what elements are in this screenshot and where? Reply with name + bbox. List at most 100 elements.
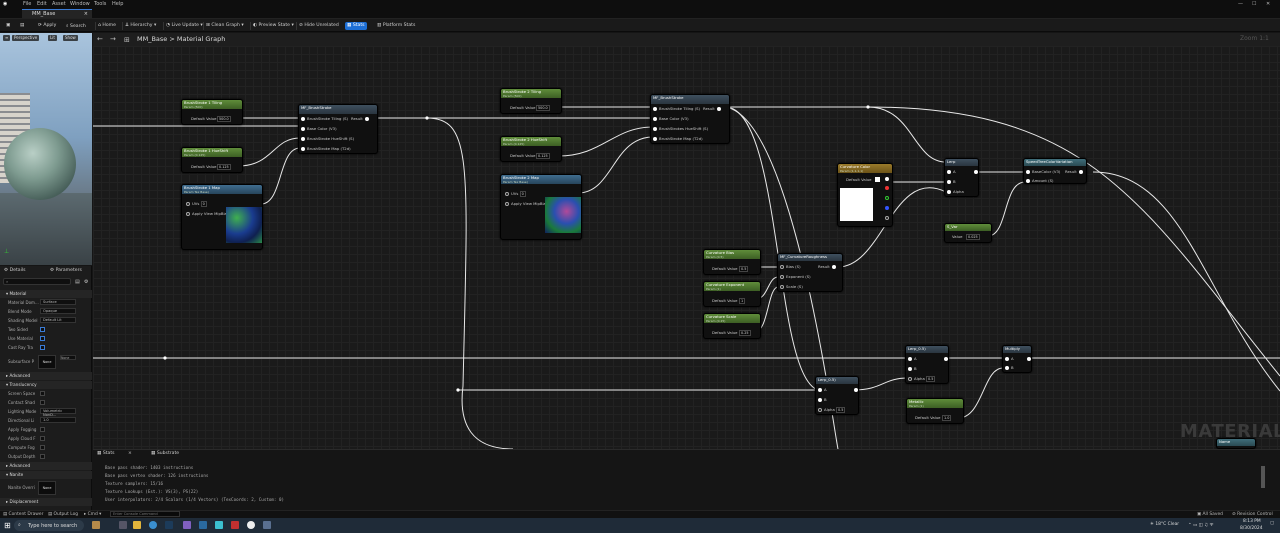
material-preview-viewport[interactable]: ≡ Perspective Lit Show ⊥ [0, 33, 92, 265]
output-pin[interactable] [942, 356, 950, 361]
node-brushstroke2-hueshift[interactable]: BrushStroke 2 HueShift Param (0.125) Defa… [500, 136, 562, 162]
pin-g[interactable] [885, 196, 889, 200]
lit-button[interactable]: Lit [48, 35, 57, 41]
all-saved-indicator[interactable]: ▣ All Saved [1197, 512, 1223, 517]
apply-view-mipbias-pin[interactable]: Apply View MipBias [503, 201, 548, 206]
reroute-node[interactable] [425, 116, 429, 120]
pin-map[interactable]: BrushStroke Map (T2d) [651, 136, 703, 141]
apply-cloud-checkbox[interactable] [40, 436, 45, 441]
node-brushstroke1-hueshift[interactable]: BrushStroke 1 HueShift Param (0.125) Defa… [181, 147, 243, 173]
output-pin[interactable] [972, 169, 980, 174]
material-domain-select[interactable]: Surface [40, 299, 76, 305]
pin-exponent[interactable]: Exponent (S) [778, 274, 811, 279]
pin-b[interactable]: B [945, 179, 956, 184]
list-view-icon[interactable]: ▤ [75, 279, 80, 285]
pin-b[interactable]: B [906, 366, 917, 371]
subsurface-select[interactable]: None [60, 355, 76, 360]
section-advanced[interactable]: ▸ Advanced [0, 372, 92, 380]
node-brushstroke2-map[interactable]: BrushStroke 2 Map Param Tex Base) UVs 0 A… [500, 174, 582, 240]
hierarchy-button[interactable]: ⇊ Hierarchy ▾ [122, 22, 158, 30]
stats-button[interactable]: ▦ Stats [345, 22, 367, 30]
node-curvature-color[interactable]: Curvature Color Param (1,1,1,1) Default V… [837, 163, 893, 227]
default-value-input[interactable]: 500.0 [217, 116, 231, 122]
tab-stats[interactable]: ▦ Stats × [97, 451, 132, 456]
browse-icon[interactable]: ▤ [18, 22, 26, 30]
unreal-engine-icon[interactable] [247, 521, 255, 529]
section-material[interactable]: ▾ Material [0, 290, 92, 298]
revision-control-button[interactable]: ⊘ Revision Control [1232, 512, 1273, 517]
breadcrumb-leaf[interactable]: Material Graph [177, 35, 225, 43]
node-curvature-bias[interactable]: Curvature Bias Param (0.5) Default Value … [703, 249, 761, 275]
unreal-logo-icon[interactable]: ◉ [3, 1, 7, 7]
default-value-input[interactable]: 0.5 [739, 266, 749, 272]
pin-b[interactable]: B [1003, 365, 1014, 370]
pin-a[interactable]: A [906, 356, 917, 361]
pin-b[interactable] [885, 206, 889, 210]
screen-space-checkbox[interactable] [40, 391, 45, 396]
value-input[interactable]: 0.025 [966, 234, 980, 240]
directional-input[interactable]: 1.0 [40, 417, 76, 423]
pin-r[interactable] [885, 186, 889, 190]
pin-brushstroke-tiling[interactable]: BrushStroke Tiling (S) [299, 116, 348, 121]
preview-state-button[interactable]: ◐ Preview State ▾ [250, 22, 296, 30]
details-search-input[interactable]: ⌕ [3, 278, 71, 285]
node-lerp-3[interactable]: Lerp_0.5) A B Alpha 0.5 [905, 345, 949, 384]
pin-bias[interactable]: Bias (S) [778, 264, 801, 269]
clean-graph-button[interactable]: ⊞ Clean Graph ▾ [203, 22, 246, 30]
output-log-button[interactable]: ▤ Output Log [48, 512, 78, 517]
platform-stats-button[interactable]: ▥ Platform Stats [375, 22, 417, 30]
result-pin[interactable]: Result [818, 264, 838, 269]
node-multiply[interactable]: Multiply A B [1002, 345, 1032, 373]
nanite-thumbnail[interactable]: None [38, 481, 56, 495]
node-mf-curvature-roughness[interactable]: MF_CurvatureRoughness Bias (S) Exponent … [777, 253, 843, 292]
menu-asset[interactable]: Asset [52, 1, 66, 7]
uvs-pin[interactable]: UVs 0 [503, 191, 526, 197]
pin-amount[interactable]: Amount (S) [1024, 178, 1054, 183]
default-value-input[interactable]: 0.125 [536, 153, 550, 159]
content-drawer-button[interactable]: ▤ Content Drawer [3, 512, 43, 517]
pin-a[interactable]: A [1003, 356, 1014, 361]
blend-mode-select[interactable]: Opaque [40, 308, 76, 314]
output-pin[interactable] [852, 387, 860, 392]
cast-ray-checkbox[interactable] [40, 345, 45, 350]
default-value-input[interactable]: 1 [739, 298, 746, 304]
taskbar-search-input[interactable]: ⌕ Type here to search [14, 520, 84, 531]
contact-shad-checkbox[interactable] [40, 400, 45, 405]
file-explorer-icon[interactable] [133, 521, 141, 529]
pin-b[interactable]: B [816, 397, 827, 402]
material-graph-canvas[interactable]: BrushStroke 1 Tiling Param (500) Default … [93, 46, 1280, 449]
node-lerp-2[interactable]: Lerp_0.5) A B Alpha 0.5 [815, 376, 859, 415]
app-icon[interactable] [215, 521, 223, 529]
pin-map[interactable]: BrushStroke Map (T2d) [299, 146, 351, 151]
tray-icons[interactable]: ⌃ ▭ ◫ ♫ ᯤ [1188, 522, 1214, 528]
use-material-checkbox[interactable] [40, 336, 45, 341]
back-arrow-icon[interactable]: ← [97, 35, 103, 43]
settings-icon[interactable]: ⚙ [84, 279, 88, 285]
minimize-icon[interactable]: — [1238, 1, 1243, 7]
pin-base-color[interactable]: Base Color (V3) [651, 116, 689, 121]
clock-time[interactable]: 8:13 PM [1243, 519, 1261, 524]
node-curvature-exponent[interactable]: Curvature Exponent Param (1) Default Valu… [703, 281, 761, 307]
reroute-node[interactable] [163, 356, 167, 360]
tab-close-icon[interactable]: × [84, 11, 88, 17]
apply-fogging-checkbox[interactable] [40, 427, 45, 432]
result-pin[interactable]: Result [703, 106, 723, 111]
node-mf-brushstroke-1[interactable]: MF_BrushStroke Result BrushStroke Tiling… [298, 104, 378, 154]
shading-model-select[interactable]: Default Lit [40, 317, 76, 323]
section-displacement[interactable]: ▸ Displacement [0, 498, 92, 506]
clock-date[interactable]: 8/30/2024 [1240, 526, 1263, 531]
pin-basecolor[interactable]: BaseColor (V3) [1024, 169, 1060, 174]
cmd-button[interactable]: ▸ Cmd ▾ [84, 512, 101, 517]
browser-icon[interactable] [149, 521, 157, 529]
search-button[interactable]: ⌕ Search [64, 22, 88, 30]
result-pin[interactable]: Result [1065, 169, 1085, 174]
windows-start-icon[interactable]: ⊞ [4, 521, 11, 530]
tab-details[interactable]: ⚙ Details [4, 268, 26, 273]
perspective-button[interactable]: Perspective [12, 35, 40, 41]
forward-arrow-icon[interactable]: → [110, 35, 116, 43]
default-value-input[interactable]: 500.0 [536, 105, 550, 111]
steam-icon[interactable] [165, 521, 173, 529]
node-brushstroke2-tiling[interactable]: BrushStroke 2 Tiling Param (500) Default … [500, 88, 562, 114]
pin-a[interactable]: A [945, 169, 956, 174]
hide-unrelated-button[interactable]: ⊘ Hide Unrelated [296, 22, 341, 30]
